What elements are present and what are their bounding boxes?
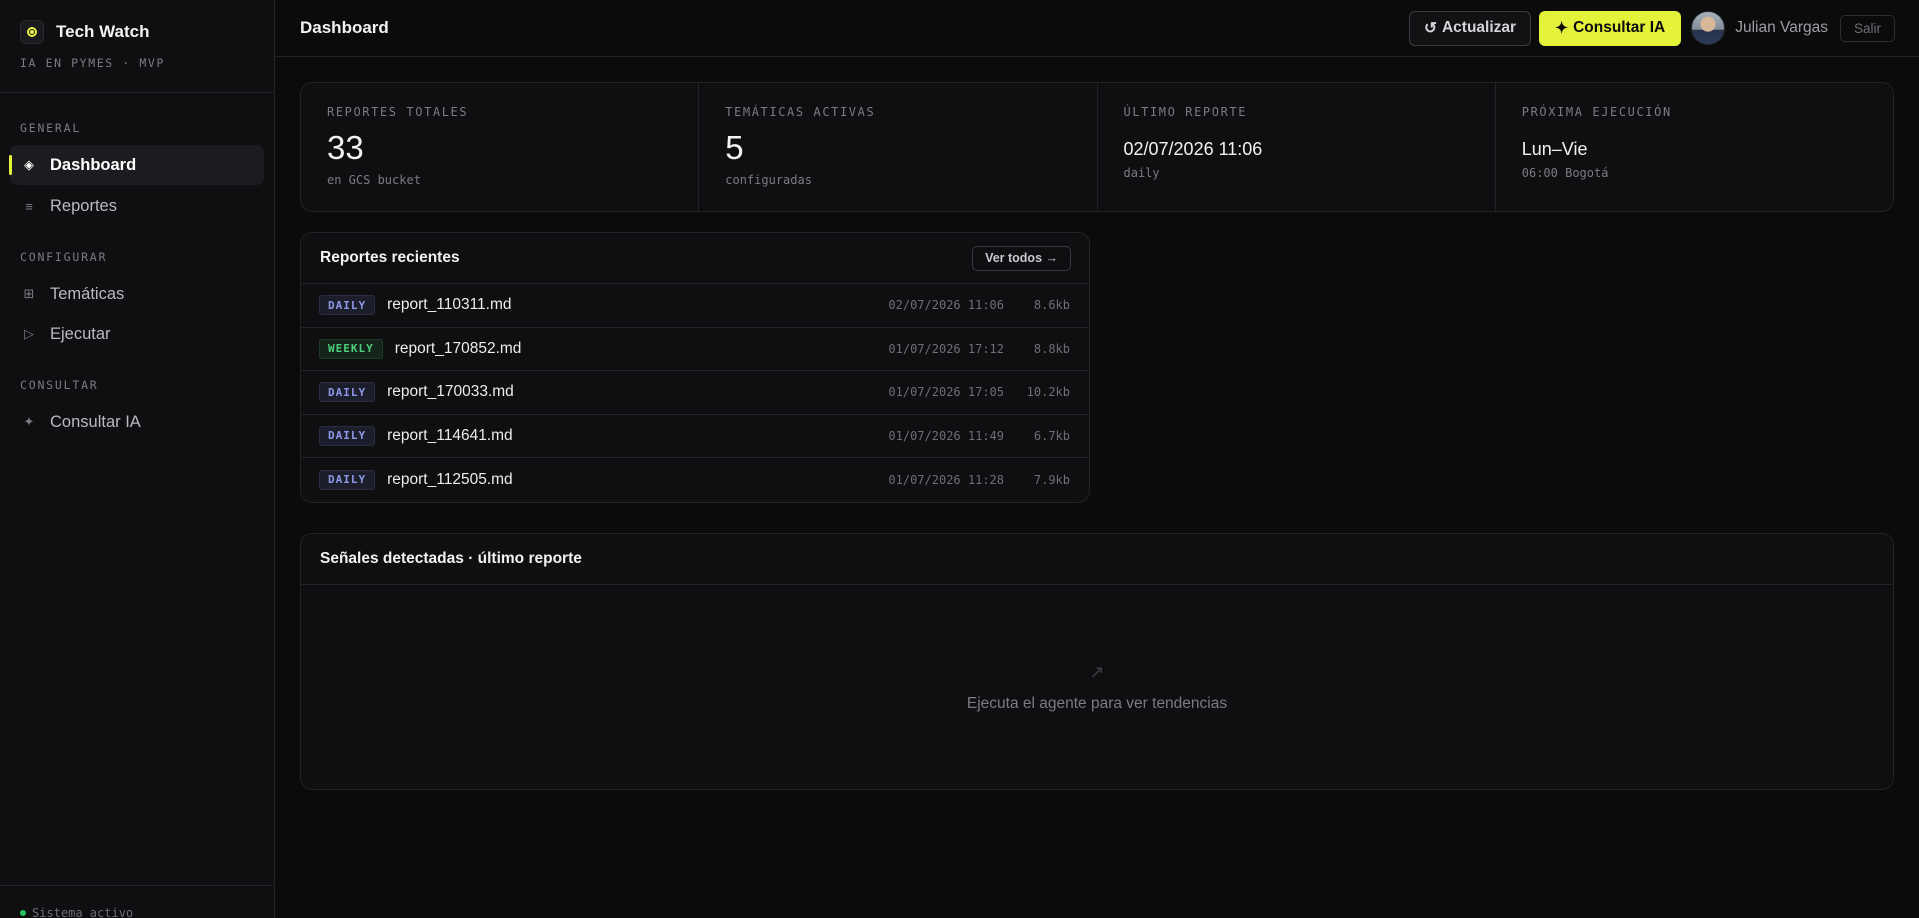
- play-icon: ▷: [24, 326, 34, 341]
- stat-active-topics: TEMÁTICAS ACTIVAS 5 configuradas: [699, 83, 1098, 211]
- sidebar-item-dashboard[interactable]: ◈ Dashboard: [9, 145, 264, 185]
- stat-value: 5: [725, 129, 744, 166]
- ask-ai-button[interactable]: ✦ Consultar IA: [1539, 10, 1682, 46]
- recent-reports-panel: Reportes recientes Ver todos → DAILY rep…: [300, 232, 1090, 503]
- sparkle-icon: ✦: [23, 414, 35, 429]
- type-badge: DAILY: [319, 425, 376, 446]
- table-row[interactable]: DAILY report_114641.md 01/07/2026 11:49 …: [301, 415, 1089, 458]
- stat-label: TEMÁTICAS ACTIVAS: [725, 105, 876, 119]
- stat-label: ÚLTIMO REPORTE: [1123, 105, 1248, 119]
- view-all-button[interactable]: Ver todos →: [972, 245, 1071, 271]
- logout-button[interactable]: Salir: [1839, 14, 1895, 42]
- type-badge: WEEKLY: [319, 338, 383, 359]
- nav-section-consultar: CONSULTAR: [20, 378, 99, 392]
- empty-state-text: Ejecuta el agente para ver tendencias: [966, 694, 1228, 712]
- stat-sub: configuradas: [725, 173, 812, 187]
- stat-label: REPORTES TOTALES: [327, 105, 469, 119]
- row-size: 8.6kb: [1033, 298, 1070, 313]
- panel-title: Señales detectadas · último reporte: [320, 549, 582, 567]
- topbar: Dashboard ↺ Actualizar ✦ Consultar IA Ju…: [275, 0, 1919, 57]
- sidebar: Tech Watch IA EN PYMES · MVP GENERAL ◈ D…: [0, 0, 275, 918]
- user-name: Julian Vargas: [1735, 19, 1828, 36]
- row-size: 8.8kb: [1033, 341, 1070, 356]
- stat-sub: 06:00 Bogotá: [1521, 166, 1609, 180]
- type-badge: DAILY: [319, 295, 376, 316]
- stat-value: 02/07/2026 11:06: [1123, 139, 1263, 159]
- main: Dashboard ↺ Actualizar ✦ Consultar IA Ju…: [275, 0, 1919, 918]
- sidebar-item-reportes[interactable]: ≡ Reportes: [10, 186, 264, 226]
- brand-subtitle: IA EN PYMES · MVP: [20, 56, 165, 70]
- row-date: 01/07/2026 11:49: [888, 428, 1004, 443]
- sidebar-item-ejecutar[interactable]: ▷ Ejecutar: [10, 314, 264, 354]
- stat-next-run: PRÓXIMA EJECUCIÓN Lun–Vie 06:00 Bogotá: [1496, 83, 1893, 211]
- sidebar-item-label: Reportes: [50, 196, 117, 215]
- row-size: 7.9kb: [1033, 472, 1070, 487]
- file-name: report_114641.md: [387, 426, 513, 444]
- row-date: 01/07/2026 11:28: [888, 472, 1004, 487]
- file-name: report_170852.md: [394, 339, 522, 357]
- app-root: Tech Watch IA EN PYMES · MVP GENERAL ◈ D…: [0, 0, 1919, 918]
- sidebar-item-consultar-ia[interactable]: ✦ Consultar IA: [10, 402, 264, 442]
- row-size: 10.2kb: [1026, 385, 1070, 400]
- avatar[interactable]: [1691, 11, 1726, 45]
- refresh-icon: ↺: [1423, 19, 1437, 37]
- sidebar-item-label: Temáticas: [50, 284, 125, 303]
- table-row[interactable]: WEEKLY report_170852.md 01/07/2026 17:12…: [301, 328, 1089, 371]
- row-size: 6.7kb: [1033, 428, 1070, 443]
- target-icon: [20, 20, 44, 44]
- grid-icon: ⊞: [23, 286, 35, 301]
- diamond-icon: ◈: [24, 157, 34, 172]
- stat-value: Lun–Vie: [1521, 139, 1588, 159]
- stats-strip: REPORTES TOTALES 33 en GCS bucket TEMÁTI…: [300, 82, 1894, 212]
- refresh-label: Actualizar: [1441, 19, 1517, 36]
- empty-state: ↗ Ejecuta el agente para ver tendencias: [301, 585, 1893, 789]
- row-date: 02/07/2026 11:06: [888, 298, 1004, 313]
- table-row[interactable]: DAILY report_170033.md 01/07/2026 17:05 …: [301, 371, 1089, 415]
- top-actions: ↺ Actualizar ✦ Consultar IA Julian Varga…: [1408, 10, 1895, 46]
- sidebar-item-label: Consultar IA: [50, 412, 141, 431]
- sidebar-item-label: Ejecutar: [50, 324, 111, 343]
- stat-sub: en GCS bucket: [327, 173, 421, 187]
- type-badge: DAILY: [319, 469, 376, 490]
- sparkle-icon: ✦: [1555, 19, 1569, 37]
- stat-sub: daily: [1123, 166, 1160, 180]
- system-status: Sistema activo: [32, 906, 134, 918]
- file-name: report_110311.md: [387, 296, 512, 314]
- stat-value: 33: [327, 129, 364, 166]
- table-row[interactable]: DAILY report_110311.md 02/07/2026 11:06 …: [301, 284, 1089, 328]
- file-name: report_170033.md: [387, 383, 514, 401]
- sidebar-item-label: Dashboard: [50, 155, 137, 174]
- nav-section-configurar: CONFIGURAR: [20, 250, 108, 264]
- page-title: Dashboard: [300, 18, 389, 37]
- content: REPORTES TOTALES 33 en GCS bucket TEMÁTI…: [275, 57, 1919, 790]
- panel-header: Reportes recientes Ver todos →: [301, 233, 1089, 284]
- list-icon: ≡: [25, 198, 33, 214]
- sidebar-footer: Sistema activo: [0, 885, 274, 918]
- ask-ai-label: Consultar IA: [1573, 19, 1666, 36]
- panel-header: Señales detectadas · último reporte: [301, 534, 1893, 585]
- row-date: 01/07/2026 17:05: [888, 385, 1004, 400]
- sidebar-item-tematicas[interactable]: ⊞ Temáticas: [10, 274, 264, 314]
- stat-last-report: ÚLTIMO REPORTE 02/07/2026 11:06 daily: [1098, 83, 1496, 211]
- stat-total-reports: REPORTES TOTALES 33 en GCS bucket: [301, 83, 700, 211]
- table-row[interactable]: DAILY report_112505.md 01/07/2026 11:28 …: [301, 458, 1089, 502]
- status-dot-icon: [20, 910, 26, 916]
- brand-row: Tech Watch: [20, 20, 254, 44]
- row-date: 01/07/2026 17:12: [888, 341, 1004, 356]
- nav-section-general: GENERAL: [20, 121, 82, 135]
- brand-title: Tech Watch: [56, 22, 150, 41]
- type-badge: DAILY: [319, 382, 376, 403]
- panel-title: Reportes recientes: [320, 249, 460, 266]
- brand: Tech Watch IA EN PYMES · MVP: [0, 0, 274, 93]
- refresh-button[interactable]: ↺ Actualizar: [1408, 10, 1532, 46]
- stat-label: PRÓXIMA EJECUCIÓN: [1521, 105, 1672, 119]
- file-name: report_112505.md: [387, 470, 513, 488]
- signals-panel: Señales detectadas · último reporte ↗ Ej…: [300, 532, 1894, 790]
- trend-arrow-icon: ↗: [1089, 661, 1105, 682]
